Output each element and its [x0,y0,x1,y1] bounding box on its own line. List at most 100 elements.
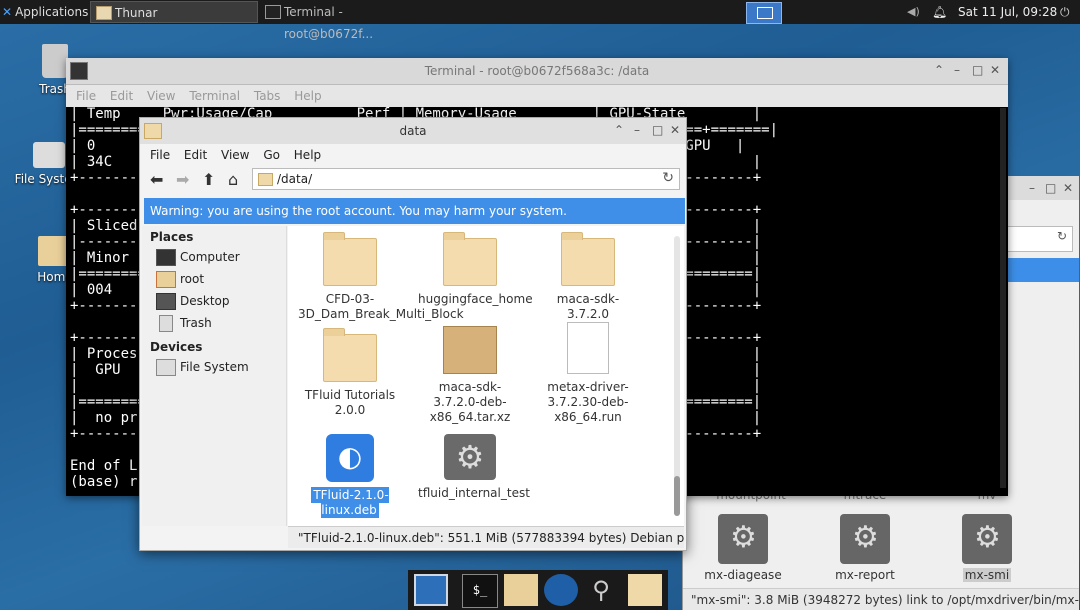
file-item[interactable]: mx-report [815,514,915,582]
minimize-icon[interactable]: – [1029,181,1035,195]
file-name: tfluid_internal_test [418,486,530,500]
file-name: mx-report [835,568,895,582]
close-icon[interactable]: ✕ [1063,181,1073,195]
notification-bell-icon[interactable]: 🔔︎ [932,0,947,24]
location-bar[interactable]: /data/ ↻ [252,168,680,190]
menu-help[interactable]: Help [294,148,321,162]
file-name: huggingface_home [418,292,533,306]
location-path: /data/ [277,172,313,186]
sidebar-header-devices: Devices [150,340,203,354]
reload-icon[interactable]: ↻ [662,170,674,186]
menu-help[interactable]: Help [294,89,321,103]
file-item[interactable]: CFD-03-3D_Dam_Break_Multi_Block [298,232,464,322]
trash-icon [42,44,68,78]
clock[interactable]: Sat 11 Jul, 09:28 [958,0,1057,24]
power-icon[interactable]: ⏻ [1060,0,1070,24]
volume-icon[interactable]: ◀︎) [907,0,920,24]
file-item[interactable]: TFluid Tutorials 2.0.0 [298,328,402,418]
executable-icon [840,514,890,564]
home-icon[interactable]: ⌂ [228,170,238,189]
terminal-icon [265,5,281,19]
status-bar: "TFluid-2.1.0-linux.deb": 551.1 MiB (577… [288,526,684,548]
sidebar-item-trash[interactable]: Trash [142,312,286,334]
shade-icon[interactable]: ⌃ [614,123,624,137]
file-manager-icon[interactable] [504,574,538,606]
file-item[interactable]: maca-sdk-3.7.2.0 [536,232,640,322]
file-item-selected[interactable]: mx-smi [937,514,1037,582]
menu-edit[interactable]: Edit [184,148,207,162]
close-icon[interactable]: ✕ [990,63,1000,77]
menu-file[interactable]: File [76,89,96,103]
applications-menu-button[interactable]: ✕ Applications [0,0,88,24]
file-item[interactable]: maca-sdk-3.7.2.0-deb-x86_64.tar.xz [418,326,522,425]
file-item[interactable]: huggingface_home [418,232,533,307]
sidebar-item-label: File System [180,360,249,374]
reload-icon[interactable]: ↻ [1057,229,1067,243]
file-name: mx-smi [962,568,1012,582]
taskbar-thunar[interactable]: Thunar [90,1,258,23]
xfce-logo-icon: ✕ [2,5,13,19]
thunar-titlebar[interactable]: data ⌃ – □ ✕ [140,118,686,144]
file-item-selected[interactable]: ◐ TFluid-2.1.0-linux.deb [298,434,402,518]
terminal-scrollbar[interactable] [1000,108,1006,488]
minimize-icon[interactable]: – [954,63,960,77]
script-file-icon [567,322,609,374]
menu-file[interactable]: File [150,148,170,162]
minimize-icon[interactable]: – [634,123,640,137]
executable-icon: ⚙ [444,434,496,480]
back-arrow-icon[interactable]: ⬅ [150,170,163,189]
sidebar-item-label: Trash [180,316,212,330]
home-icon [156,271,176,288]
sidebar-item-filesystem[interactable]: File System [142,356,286,378]
top-panel: ✕ Applications Thunar Terminal - root@b06… [0,0,1080,41]
sidebar-item-computer[interactable]: Computer [142,246,286,268]
file-name: mx-diagease [704,568,782,582]
close-icon[interactable]: ✕ [670,123,680,137]
sidebar-item-label: Desktop [180,294,230,308]
folder-icon [258,173,273,186]
thunar-window: data ⌃ – □ ✕ File Edit View Go Help ⬅ ➡ … [139,117,687,551]
web-browser-icon[interactable] [544,574,578,606]
taskbar-terminal[interactable]: Terminal - root@b0672f... [260,1,428,41]
file-view-scrollbar[interactable] [674,236,680,516]
desktop-icon [156,293,176,310]
terminal-titlebar[interactable]: Terminal - root@b0672f568a3c: /data ⌃ – … [66,58,1008,85]
workspace-switcher[interactable] [746,2,782,24]
archive-icon [443,326,497,374]
shade-icon[interactable]: ⌃ [934,63,944,77]
folder-icon [561,232,615,286]
file-view[interactable]: CFD-03-3D_Dam_Break_Multi_Block huggingf… [288,226,684,526]
computer-icon [156,249,176,266]
menu-tabs[interactable]: Tabs [254,89,281,103]
search-icon[interactable]: ⚲ [584,574,618,606]
maximize-icon[interactable]: □ [652,123,663,137]
menu-edit[interactable]: Edit [110,89,133,103]
sidebar-item-desktop[interactable]: Desktop [142,290,286,312]
maximize-icon[interactable]: □ [972,63,983,77]
menu-go[interactable]: Go [263,148,280,162]
up-arrow-icon[interactable]: ⬆ [202,170,215,189]
folder-icon[interactable] [628,574,662,606]
file-name: maca-sdk-3.7.2.0 [556,292,620,321]
executable-icon [962,514,1012,564]
file-item[interactable]: ⚙ tfluid_internal_test [418,434,530,501]
folder-icon [323,328,377,382]
window-title: Terminal - root@b0672f568a3c: /data [424,64,650,78]
file-item[interactable]: metax-driver-3.7.2.30-deb-x86_64.run [536,322,640,425]
menu-view[interactable]: View [147,89,175,103]
maximize-icon[interactable]: □ [1045,181,1056,195]
thunar-menubar: File Edit View Go Help [140,144,686,168]
sidebar-item-root[interactable]: root [142,268,286,290]
trash-icon [159,315,173,332]
file-item[interactable]: mx-diagease [693,514,793,582]
menu-terminal[interactable]: Terminal [189,89,240,103]
folder-icon [443,232,497,286]
folder-icon [323,232,377,286]
menu-view[interactable]: View [221,148,249,162]
back-status-bar: "mx-smi": 3.8 MiB (3948272 bytes) link t… [683,588,1079,610]
drive-icon [33,142,65,168]
show-desktop-icon[interactable] [414,574,448,606]
terminal-icon[interactable]: $_ [462,574,498,608]
forward-arrow-icon[interactable]: ➡ [176,170,189,189]
sidebar-item-label: root [180,272,205,286]
